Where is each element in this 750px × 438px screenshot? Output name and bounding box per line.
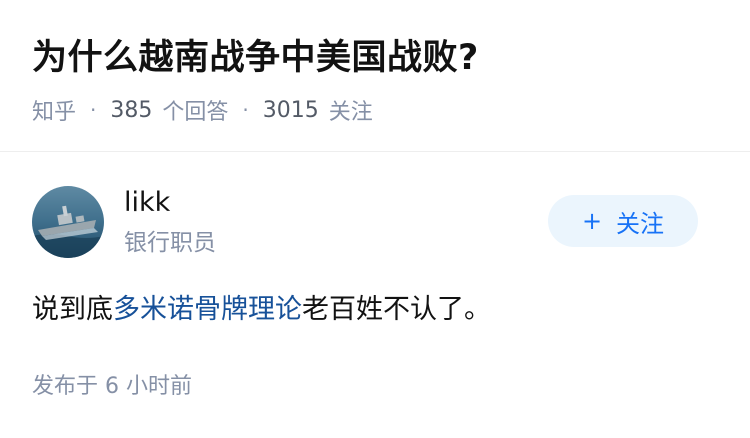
question-meta: 知乎 · 385 个回答 · 3015 关注 [32,95,373,126]
answer-content: 说到底多米诺骨牌理论老百姓不认了。 [32,290,491,330]
warship-avatar-icon [32,186,104,258]
follow-button-label: 关注 [616,209,665,238]
author-name[interactable]: likk [124,186,170,220]
avatar[interactable] [32,186,104,258]
publish-time: 发布于 6 小时前 [32,372,192,402]
publish-label: 发布于 [32,374,99,399]
separator-dot: · [242,98,249,122]
answer-text-before: 说到底 [32,294,113,325]
answer-text-after: 老百姓不认了。 [302,294,491,325]
answer-count-label: 个回答 [162,100,229,125]
topic-link[interactable]: 多米诺骨牌理论 [113,294,302,325]
separator-dot: · [90,98,97,122]
follow-count: 3015 [262,97,319,123]
follow-button[interactable]: + 关注 [548,195,698,247]
follow-count-label: 关注 [328,100,373,125]
question-title[interactable]: 为什么越南战争中美国战败? [32,36,479,80]
answer-count: 385 [110,97,153,123]
divider [0,151,750,152]
publish-time-value: 6 小时前 [105,374,193,399]
author-headline: 银行职员 [124,230,216,256]
plus-icon: + [581,207,603,235]
answer-card: 为什么越南战争中美国战败? 知乎 · 385 个回答 · 3015 关注 lik… [0,0,750,438]
source-label: 知乎 [32,100,77,125]
